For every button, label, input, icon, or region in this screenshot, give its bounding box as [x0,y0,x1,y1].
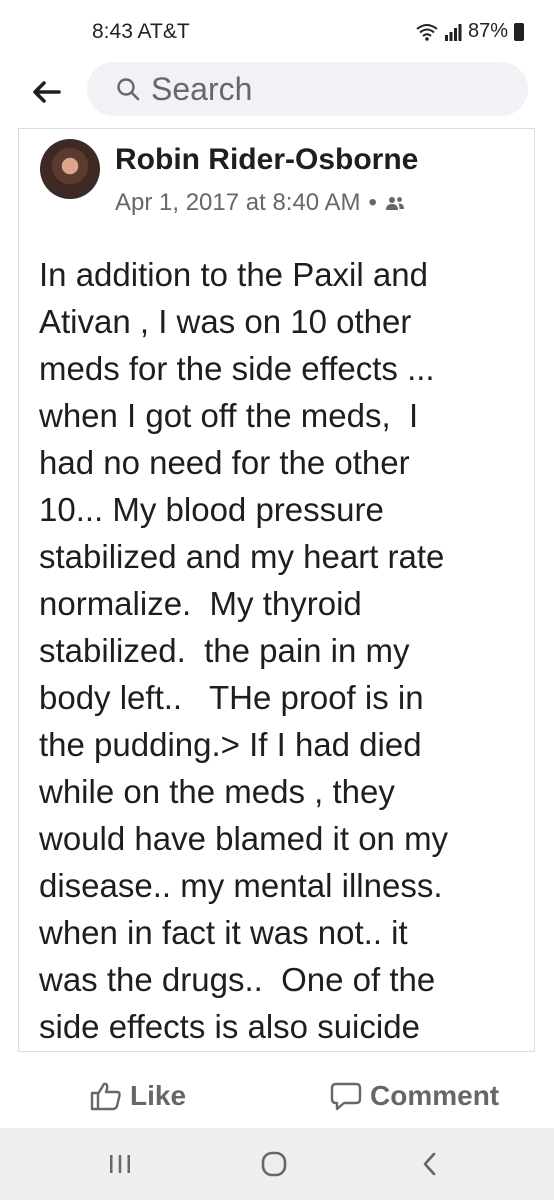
home-button[interactable] [254,1146,294,1182]
top-bar [0,62,554,126]
post-text-line: meds for the side effects ... [39,350,435,387]
wifi-icon [416,23,438,41]
comment-icon [330,1082,362,1111]
post-text-line: In addition to the Paxil and [39,256,428,293]
post-text-line: 10... My blood pressure [39,491,384,528]
home-icon [261,1151,287,1177]
recent-apps-icon [110,1155,130,1173]
status-bar: 8:43 AT&T 87% [0,0,554,62]
friends-icon [385,197,404,210]
comment-label: Comment [370,1080,500,1111]
post-text-line: Ativan , I was on 10 other [39,303,412,340]
author-name[interactable]: Robin Rider-Osborne [115,143,418,177]
post-text-line: body left.. THe proof is in [39,679,424,716]
meta-separator: • [368,189,377,216]
search-icon [117,78,140,101]
like-button[interactable]: Like [90,1080,186,1112]
back-icon [423,1152,436,1176]
post-text-line: normalize. My thyroid [39,585,362,622]
comment-button[interactable]: Comment [330,1080,499,1112]
action-bar: Like Comment [0,1066,554,1128]
post-text-line: when I got off the meds, I [39,397,419,434]
battery-percent: 87% [467,20,508,42]
battery-icon [514,22,524,41]
post-text-line: would have blamed it on my [39,820,449,857]
status-time-carrier: 8:43 AT&T [92,20,190,43]
post-text-line: stabilized. the pain in my [39,632,410,669]
post-text-line: disease.. my mental illness. [39,867,443,904]
post-text-line: while on the meds , they [39,773,395,810]
post-text-line: when in fact it was not.. it [39,914,408,951]
search-input[interactable] [149,69,453,109]
like-label: Like [130,1080,187,1111]
post-text-line: was the drugs.. One of the [39,961,436,998]
avatar[interactable] [40,139,100,199]
search-bar[interactable] [87,62,528,116]
post-text-line: the pudding.> If I had died [39,726,422,763]
nav-back-button[interactable] [410,1146,450,1182]
post-text: In addition to the Paxil and Ativan , I w… [39,251,531,1050]
post-text-line: had no need for the other [39,444,410,481]
post-card: Robin Rider-Osborne Apr 1, 2017 at 8:40 … [18,128,535,1052]
post-text-line: side effects is also suicide [39,1008,420,1045]
post-meta: Apr 1, 2017 at 8:40 AM • [115,189,405,217]
recent-apps-button[interactable] [100,1146,140,1182]
back-button[interactable] [26,72,66,112]
thumbs-up-icon [90,1082,121,1111]
arrow-left-icon [33,81,61,103]
system-nav-bar [0,1128,554,1200]
status-icons: 87% [416,20,524,43]
post-text-line: stabilized and my heart rate [39,538,445,575]
signal-icon [444,23,462,41]
post-timestamp[interactable]: Apr 1, 2017 at 8:40 AM [115,189,361,217]
